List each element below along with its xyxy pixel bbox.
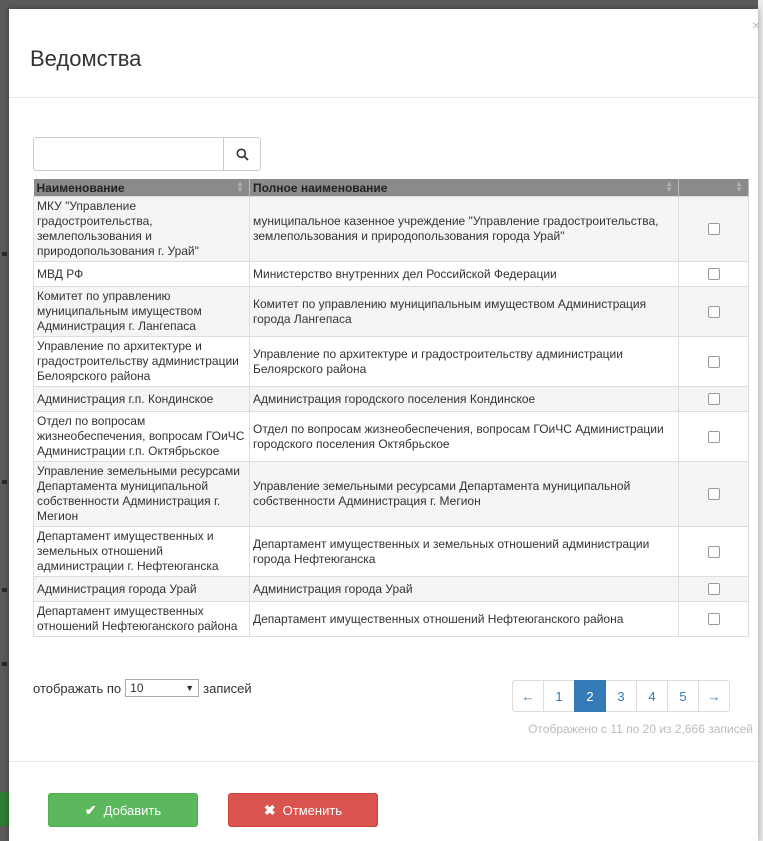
pagination-page[interactable]: 1 [543,680,575,712]
column-header-name[interactable]: Наименование ▲ ▼ [33,179,250,197]
cell-name: Администрация г.п. Кондинское [33,386,250,412]
page-length-control: отображать по 10 ▼ записей [33,679,252,697]
pagination: ← 1 2 3 4 5 → [512,680,730,712]
row-checkbox[interactable] [707,430,720,443]
table-row[interactable]: Отдел по вопросам жизнеобеспечения, вопр… [33,411,749,462]
add-button[interactable]: ✔ Добавить [48,793,198,827]
cell-name: Департамент имущественных отношений Нефт… [33,601,250,637]
backdrop-green-block [0,792,9,826]
records-info: Отображено с 11 по 20 из 2,666 записей [528,722,753,736]
sort-icon: ▲ ▼ [735,179,743,194]
modal-title: Ведомства [30,46,142,71]
cell-full-name: Департамент имущественных отношений Нефт… [249,601,679,637]
check-icon: ✔ [84,801,97,818]
pagination-page[interactable]: 3 [605,680,637,712]
backdrop-mark [2,662,7,666]
table-row[interactable]: МКУ "Управление градостроительства, земл… [33,196,749,262]
length-prefix: отображать по [33,680,122,696]
cell-name: Управление земельными ресурсами Департам… [33,461,250,527]
table-row[interactable]: Департамент имущественных отношений Нефт… [33,601,749,637]
modal-dialog: × Ведомства Наименование ▲ ▼ Полное наимен… [9,9,760,841]
dropdown-arrow-icon: ▼ [185,683,195,693]
row-checkbox[interactable] [707,268,720,280]
close-icon: ✖ [263,801,276,818]
table-row[interactable]: Департамент имущественных и земельных от… [33,526,749,577]
row-checkbox[interactable] [707,583,720,595]
row-checkbox[interactable] [707,488,720,500]
pagination-page[interactable]: 5 [667,680,699,712]
table-row[interactable]: Управление по архитектуре и градостроите… [33,336,749,387]
row-checkbox[interactable] [707,223,720,235]
cell-full-name: муниципальное казенное учреждение "Управ… [249,196,679,262]
cell-name: Управление по архитектуре и градостроите… [33,336,250,387]
column-header-select[interactable]: ▲ ▼ [678,179,749,197]
modal-header: Ведомства [9,9,758,98]
cell-name: МВД РФ [33,261,250,287]
row-checkbox[interactable] [707,393,720,405]
close-icon[interactable]: × [752,17,760,33]
cancel-button-label: Отменить [282,802,343,818]
column-label: Полное наименование [253,180,388,195]
column-label: Наименование [36,180,125,195]
column-header-full-name[interactable]: Полное наименование ▲ ▼ [249,179,679,197]
backdrop-mark [2,588,7,592]
row-checkbox[interactable] [707,613,720,625]
cell-full-name: Комитет по управлению муниципальным имущ… [249,286,679,337]
row-checkbox[interactable] [707,545,720,558]
search-button[interactable] [223,137,261,171]
departments-table: Наименование ▲ ▼ Полное наименование ▲ ▼ ▲ ▼ … [33,179,749,637]
backdrop-top [0,0,763,9]
cell-name: Администрация города Урай [33,576,250,602]
page-length-value: 10 [130,681,144,695]
table-header-row: Наименование ▲ ▼ Полное наименование ▲ ▼ ▲ ▼ [33,179,749,197]
cell-full-name: Министерство внутренних дел Российской Ф… [249,261,679,287]
cell-name: Департамент имущественных и земельных от… [33,526,250,577]
sort-icon: ▲ ▼ [665,179,673,194]
cell-name: Комитет по управлению муниципальным имущ… [33,286,250,337]
cell-full-name: Управление земельными ресурсами Департам… [249,461,679,527]
cell-name: МКУ "Управление градостроительства, земл… [33,196,250,262]
backdrop-mark [2,252,7,256]
row-checkbox[interactable] [707,305,720,318]
table-row[interactable]: Комитет по управлению муниципальным имущ… [33,286,749,337]
cell-full-name: Отдел по вопросам жизнеобеспечения, вопр… [249,411,679,462]
sort-icon: ▲ ▼ [236,179,244,194]
page-length-select[interactable]: 10 ▼ [125,679,200,697]
backdrop-mark [2,480,7,484]
cell-name: Отдел по вопросам жизнеобеспечения, вопр… [33,411,250,462]
modal-footer-divider [9,761,758,762]
pagination-page[interactable]: 4 [636,680,668,712]
pagination-next[interactable]: → [698,680,730,712]
search-bar [33,137,261,171]
search-input[interactable] [33,137,223,171]
cancel-button[interactable]: ✖ Отменить [228,793,378,827]
table-row[interactable]: Администрация г.п. Кондинское Администрац… [33,386,749,412]
cell-full-name: Департамент имущественных и земельных от… [249,526,679,577]
backdrop [0,0,9,841]
row-checkbox[interactable] [707,355,720,368]
length-suffix: записей [203,680,252,696]
cell-full-name: Управление по архитектуре и градостроите… [249,336,679,387]
pagination-page-active[interactable]: 2 [574,680,606,712]
search-icon [236,148,249,161]
add-button-label: Добавить [103,802,162,818]
backdrop-right [758,0,763,841]
cell-full-name: Администрация городского поселения Конди… [249,386,679,412]
cell-full-name: Администрация города Урай [249,576,679,602]
table-row[interactable]: МВД РФ Министерство внутренних дел Россий… [33,261,749,287]
table-row[interactable]: Администрация города Урай Администрация г… [33,576,749,602]
pagination-prev[interactable]: ← [512,680,544,712]
table-row[interactable]: Управление земельными ресурсами Департам… [33,461,749,527]
